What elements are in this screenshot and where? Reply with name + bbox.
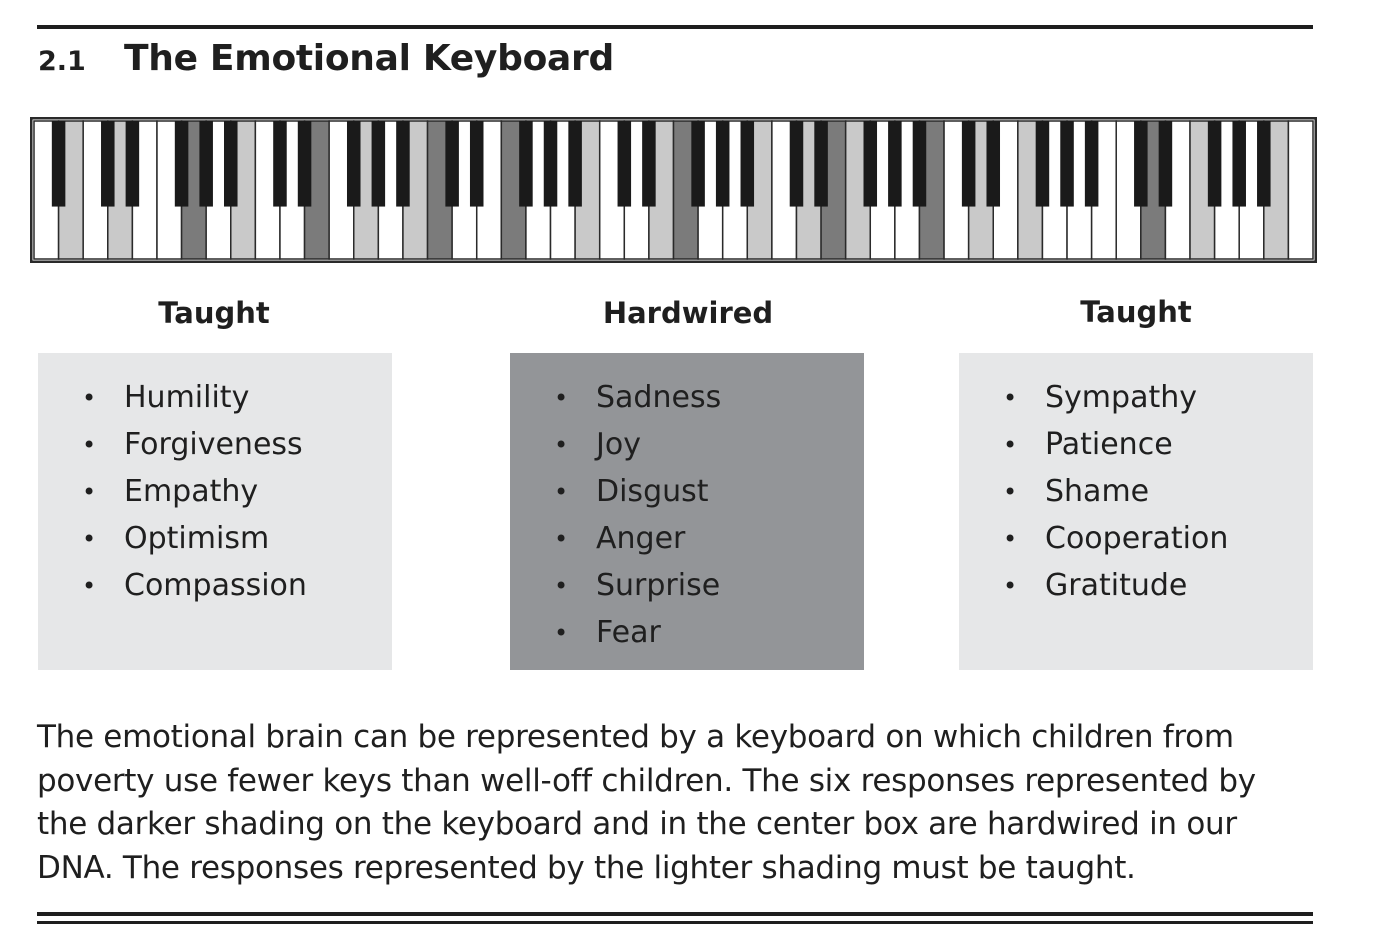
black-key xyxy=(617,121,632,207)
bullet-icon: • xyxy=(554,571,569,600)
black-key xyxy=(1060,121,1074,207)
figure-name: The Emotional Keyboard xyxy=(124,38,614,79)
bullet-icon: • xyxy=(554,477,569,506)
black-key xyxy=(273,121,287,207)
black-key xyxy=(1158,121,1173,207)
list-item: • Surprise xyxy=(554,567,721,603)
top-rule xyxy=(37,25,1313,29)
black-key xyxy=(740,121,755,207)
bullet-icon: • xyxy=(554,524,569,553)
bullet-icon: • xyxy=(1003,477,1018,506)
bullet-icon: • xyxy=(82,477,97,506)
black-key xyxy=(1232,121,1246,207)
list-item: • Gratitude xyxy=(1003,567,1188,603)
bottom-rule xyxy=(37,912,1313,916)
list-item: • Forgiveness xyxy=(82,426,303,462)
black-key xyxy=(715,121,730,207)
bullet-icon: • xyxy=(82,524,97,553)
bullet-icon: • xyxy=(554,383,569,412)
bottom-rule-thin xyxy=(37,921,1313,924)
hardwired-box-center: • Sadness • Joy • Disgust • Anger • Surprise … xyxy=(510,353,864,670)
black-key xyxy=(469,121,484,207)
list-item: • Sympathy xyxy=(1003,379,1197,415)
list-item: • Optimism xyxy=(82,520,270,556)
black-key xyxy=(863,121,878,207)
black-key xyxy=(1257,121,1271,207)
black-key xyxy=(543,121,558,207)
list-item: • Anger xyxy=(554,520,686,556)
bullet-icon: • xyxy=(1003,383,1018,412)
black-key xyxy=(1134,121,1148,207)
black-key xyxy=(691,121,705,207)
black-key xyxy=(396,121,410,207)
black-key xyxy=(519,121,533,207)
list-item: • Shame xyxy=(1003,473,1150,509)
list-item: • Compassion xyxy=(82,567,307,603)
black-key xyxy=(445,121,459,207)
black-key xyxy=(568,121,582,207)
list-item: • Empathy xyxy=(82,473,259,509)
list-item: • Disgust xyxy=(554,473,709,509)
taught-box-right: • Sympathy • Patience • Shame • Cooperation … xyxy=(959,353,1313,670)
black-key xyxy=(789,121,804,207)
black-key xyxy=(961,121,976,207)
black-key xyxy=(642,121,656,207)
black-key xyxy=(912,121,927,207)
figure-title: 2.1 The Emotional Keyboard xyxy=(38,38,614,82)
list-item: • Humility xyxy=(82,379,250,415)
black-key xyxy=(1035,121,1050,207)
figure-number: 2.1 xyxy=(38,46,86,77)
black-key xyxy=(199,121,213,207)
caption-line: DNA. The responses represented by the li… xyxy=(37,849,1136,886)
black-key xyxy=(297,121,312,207)
list-item: • Joy xyxy=(554,426,641,462)
black-key xyxy=(1207,121,1222,207)
column-heading-left: Taught xyxy=(158,296,270,330)
black-key xyxy=(51,121,66,207)
white-key xyxy=(1287,120,1314,260)
black-key xyxy=(174,121,189,207)
bullet-icon: • xyxy=(1003,524,1018,553)
list-item: • Sadness xyxy=(554,379,722,415)
bullet-icon: • xyxy=(554,618,569,647)
black-key xyxy=(1084,121,1099,207)
taught-box-left: • Humility • Forgiveness • Empathy • Optimis… xyxy=(38,353,392,670)
list-item: • Cooperation xyxy=(1003,520,1229,556)
black-key xyxy=(125,121,140,207)
list-item: • Fear xyxy=(554,614,661,650)
black-key xyxy=(224,121,238,207)
caption-line: the darker shading on the keyboard and i… xyxy=(37,806,1237,842)
column-heading-center: Hardwired xyxy=(602,296,774,330)
column-heading-right: Taught xyxy=(1080,295,1192,329)
bullet-icon: • xyxy=(82,571,97,600)
figure-caption: The emotional brain can be represented b… xyxy=(37,716,1317,890)
black-key xyxy=(986,121,1001,207)
bullet-icon: • xyxy=(82,430,97,459)
black-key xyxy=(346,121,361,207)
black-key xyxy=(888,121,902,207)
piano-keyboard xyxy=(30,117,1317,263)
bullet-icon: • xyxy=(82,383,97,412)
black-key xyxy=(814,121,828,207)
caption-line: poverty use fewer keys than well-off chi… xyxy=(37,762,1256,799)
bullet-icon: • xyxy=(554,430,569,459)
caption-line: The emotional brain can be represented b… xyxy=(37,719,1234,755)
bullet-icon: • xyxy=(1003,430,1018,459)
black-key xyxy=(101,121,115,207)
bullet-icon: • xyxy=(1003,571,1018,600)
list-item: • Patience xyxy=(1003,426,1173,462)
black-key xyxy=(371,121,386,207)
